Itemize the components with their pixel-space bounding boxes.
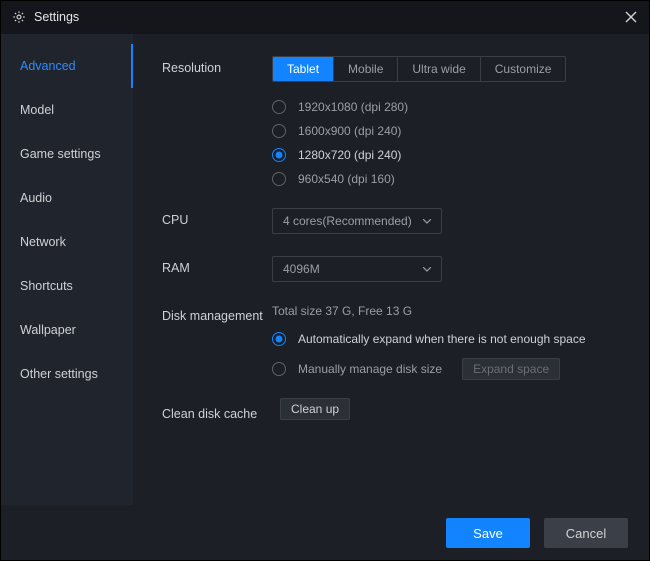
sidebar-item-label: Model [20, 103, 54, 117]
sidebar-item-wallpaper[interactable]: Wallpaper [0, 308, 133, 352]
cpu-select[interactable]: 4 cores(Recommended) [272, 208, 442, 234]
sidebar-item-label: Other settings [20, 367, 98, 381]
window-title: Settings [34, 10, 79, 24]
sidebar: Advanced Model Game settings Audio Netwo… [0, 34, 134, 505]
label-disk-management: Disk management [162, 304, 272, 324]
clean-up-button[interactable]: Clean up [280, 398, 350, 420]
sidebar-item-game-settings[interactable]: Game settings [0, 132, 133, 176]
cancel-button[interactable]: Cancel [544, 518, 628, 548]
radio-label: 1280x720 (dpi 240) [298, 148, 401, 162]
disk-info-text: Total size 37 G, Free 13 G [272, 304, 622, 318]
label-cpu: CPU [162, 208, 272, 228]
tab-customize[interactable]: Customize [481, 57, 566, 81]
chevron-down-icon [423, 267, 431, 272]
tab-tablet[interactable]: Tablet [273, 57, 334, 81]
sidebar-item-label: Audio [20, 191, 52, 205]
resolution-tabs: Tablet Mobile Ultra wide Customize [272, 56, 566, 82]
sidebar-item-label: Advanced [20, 59, 76, 73]
row-cpu: CPU 4 cores(Recommended) [162, 208, 622, 234]
radio-label: Automatically expand when there is not e… [298, 332, 586, 346]
sidebar-item-other-settings[interactable]: Other settings [0, 352, 133, 396]
radio-icon [272, 172, 286, 186]
resolution-option-1280x720[interactable]: 1280x720 (dpi 240) [272, 148, 622, 162]
row-disk-management: Disk management Total size 37 G, Free 13… [162, 304, 622, 380]
sidebar-item-model[interactable]: Model [0, 88, 133, 132]
expand-space-button[interactable]: Expand space [462, 358, 560, 380]
cpu-select-value: 4 cores(Recommended) [283, 214, 412, 228]
sidebar-item-label: Wallpaper [20, 323, 76, 337]
close-icon[interactable] [624, 10, 638, 24]
row-clean-cache: Clean disk cache Clean up [162, 402, 622, 422]
radio-label: Manually manage disk size [298, 362, 442, 376]
row-resolution: Resolution Tablet Mobile Ultra wide Cust… [162, 56, 622, 186]
footer: Save Cancel [0, 505, 650, 561]
sidebar-item-label: Shortcuts [20, 279, 73, 293]
sidebar-item-network[interactable]: Network [0, 220, 133, 264]
resolution-option-960x540[interactable]: 960x540 (dpi 160) [272, 172, 622, 186]
resolution-option-1920x1080[interactable]: 1920x1080 (dpi 280) [272, 100, 622, 114]
radio-label: 960x540 (dpi 160) [298, 172, 395, 186]
label-ram: RAM [162, 256, 272, 276]
title-bar: Settings [0, 0, 650, 34]
radio-icon [272, 332, 286, 346]
gear-icon [12, 10, 26, 24]
ram-select-value: 4096M [283, 262, 320, 276]
ram-select[interactable]: 4096M [272, 256, 442, 282]
radio-icon [272, 100, 286, 114]
radio-label: 1600x900 (dpi 240) [298, 124, 401, 138]
chevron-down-icon [423, 219, 431, 224]
radio-icon [272, 362, 286, 376]
tab-ultra-wide[interactable]: Ultra wide [398, 57, 480, 81]
sidebar-item-label: Network [20, 235, 66, 249]
sidebar-item-shortcuts[interactable]: Shortcuts [0, 264, 133, 308]
radio-label: 1920x1080 (dpi 280) [298, 100, 408, 114]
disk-option-manual[interactable]: Manually manage disk size Expand space [272, 358, 622, 380]
sidebar-item-audio[interactable]: Audio [0, 176, 133, 220]
radio-icon [272, 124, 286, 138]
resolution-radio-list: 1920x1080 (dpi 280) 1600x900 (dpi 240) 1… [272, 100, 622, 186]
sidebar-item-label: Game settings [20, 147, 101, 161]
row-ram: RAM 4096M [162, 256, 622, 282]
label-clean-cache: Clean disk cache [162, 402, 272, 422]
label-resolution: Resolution [162, 56, 272, 76]
resolution-option-1600x900[interactable]: 1600x900 (dpi 240) [272, 124, 622, 138]
tab-mobile[interactable]: Mobile [334, 57, 398, 81]
disk-option-auto[interactable]: Automatically expand when there is not e… [272, 332, 622, 346]
sidebar-item-advanced[interactable]: Advanced [0, 44, 133, 88]
radio-icon [272, 148, 286, 162]
save-button[interactable]: Save [446, 518, 530, 548]
main-panel: Resolution Tablet Mobile Ultra wide Cust… [134, 34, 650, 505]
